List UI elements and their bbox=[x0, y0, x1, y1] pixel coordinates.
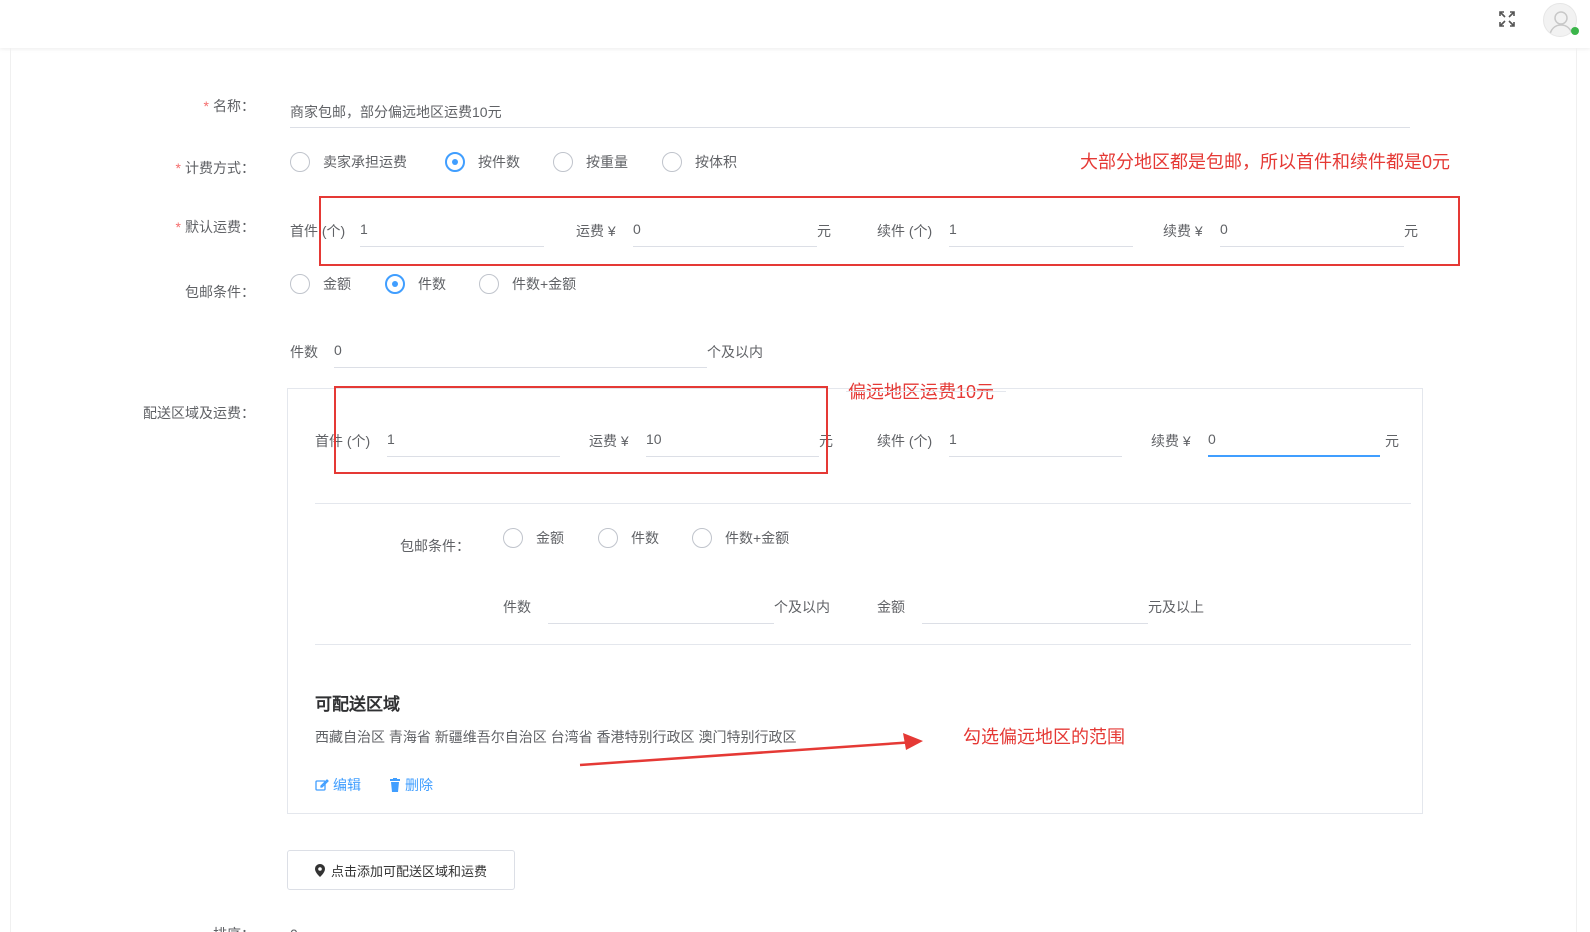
name-input[interactable]: 商家包邮，部分偏远地区运费10元 bbox=[290, 94, 1410, 128]
online-status-dot bbox=[1571, 27, 1579, 35]
add-region-button[interactable]: 点击添加可配送区域和运费 bbox=[287, 850, 515, 890]
trash-icon bbox=[390, 778, 400, 792]
free-count-input[interactable]: 0 bbox=[334, 334, 707, 368]
region-cont-fee-input[interactable]: 0 bbox=[1208, 423, 1380, 457]
radio-circle-checked bbox=[385, 274, 405, 294]
free-count-suffix: 个及以内 bbox=[707, 344, 763, 360]
region-free-label: 包邮条件： bbox=[400, 538, 470, 554]
fullscreen-icon[interactable] bbox=[1498, 10, 1516, 28]
radio-circle bbox=[479, 274, 499, 294]
region-amount-suffix: 元及以上 bbox=[1148, 599, 1204, 615]
annotation-box-default bbox=[319, 196, 1460, 266]
radio-circle bbox=[290, 152, 310, 172]
radio-circle bbox=[692, 528, 712, 548]
region-cont-label: 续件 (个) bbox=[877, 433, 933, 449]
billing-radio-weight[interactable]: 按重量 bbox=[553, 152, 628, 172]
free-count-label: 件数 bbox=[290, 344, 318, 360]
region-label: 配送区域及运费： bbox=[143, 405, 255, 421]
region-free-radio-count-amount[interactable]: 件数+金额 bbox=[692, 528, 789, 548]
location-pin-icon bbox=[314, 863, 325, 877]
edit-icon bbox=[315, 779, 329, 791]
top-bar bbox=[0, 0, 1590, 48]
areas-title: 可配送区域 bbox=[315, 695, 400, 714]
region-cont-input[interactable]: 1 bbox=[949, 423, 1122, 457]
annotation-remote-underline bbox=[846, 391, 1006, 392]
delete-areas-link[interactable]: 删除 bbox=[389, 775, 433, 795]
name-label: * 名称： bbox=[203, 98, 255, 114]
region-count-suffix: 个及以内 bbox=[774, 599, 830, 615]
region-amount-label: 金额 bbox=[877, 599, 905, 615]
radio-circle bbox=[503, 528, 523, 548]
free-radio-count[interactable]: 件数 bbox=[385, 274, 446, 294]
annotation-arrow bbox=[579, 733, 923, 767]
region-count-input[interactable] bbox=[548, 590, 774, 624]
region-cont-fee-unit: 元 bbox=[1385, 433, 1399, 449]
region-divider-1 bbox=[315, 503, 1411, 504]
edit-areas-link[interactable]: 编辑 bbox=[315, 775, 361, 795]
region-count-label: 件数 bbox=[503, 599, 531, 615]
radio-circle-checked bbox=[445, 152, 465, 172]
default-fee-label: * 默认运费： bbox=[175, 219, 255, 235]
sort-value[interactable]: 0 bbox=[290, 926, 298, 932]
billing-radio-count[interactable]: 按件数 bbox=[445, 152, 520, 172]
free-radio-amount[interactable]: 金额 bbox=[290, 274, 351, 294]
radio-circle bbox=[662, 152, 682, 172]
region-free-radio-amount[interactable]: 金额 bbox=[503, 528, 564, 548]
annotation-box-remote bbox=[334, 386, 828, 474]
billing-radio-volume[interactable]: 按体积 bbox=[662, 152, 737, 172]
annotation-top: 大部分地区都是包邮，所以首件和续件都是0元 bbox=[1080, 152, 1451, 172]
radio-circle bbox=[598, 528, 618, 548]
free-radio-count-amount[interactable]: 件数+金额 bbox=[479, 274, 576, 294]
region-cont-fee-label: 续费 ¥ bbox=[1151, 433, 1191, 449]
region-divider-2 bbox=[315, 644, 1411, 645]
free-condition-label: 包邮条件： bbox=[185, 284, 255, 300]
sort-label: 排序： bbox=[150, 924, 255, 932]
billing-radio-seller[interactable]: 卖家承担运费 bbox=[290, 152, 407, 172]
radio-circle bbox=[553, 152, 573, 172]
region-free-radio-count[interactable]: 件数 bbox=[598, 528, 659, 548]
radio-circle bbox=[290, 274, 310, 294]
region-amount-input[interactable] bbox=[922, 590, 1148, 624]
annotation-areas: 勾选偏远地区的范围 bbox=[963, 727, 1125, 747]
billing-label: * 计费方式： bbox=[175, 160, 255, 176]
